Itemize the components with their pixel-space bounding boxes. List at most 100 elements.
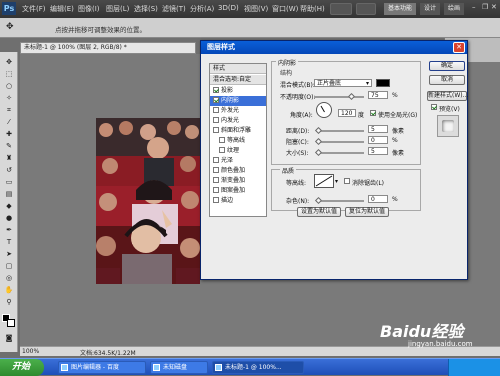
healing-brush-icon[interactable]: ✚	[4, 130, 14, 138]
blend-mode-select[interactable]: 正片叠底 ▾	[314, 79, 372, 87]
size-slider-knob[interactable]	[314, 148, 323, 157]
menu-view[interactable]: 视图(V)	[244, 4, 268, 14]
inner-shadow-checkbox[interactable]	[213, 97, 219, 103]
set-default-button[interactable]: 设置为默认值	[297, 207, 341, 217]
document-photo[interactable]	[96, 118, 200, 284]
preview-checkbox[interactable]	[431, 104, 437, 110]
color-overlay-checkbox[interactable]	[213, 167, 219, 173]
distance-input[interactable]: 5	[368, 125, 388, 133]
style-item-satin[interactable]: 光泽	[210, 156, 266, 166]
marquee-tool-icon[interactable]: ⬚	[4, 70, 14, 78]
document-tab[interactable]: 未标题-1 @ 100% (图层 2, RGB/8) *	[20, 42, 196, 54]
style-item-bevel-emboss[interactable]: 斜面和浮雕	[210, 126, 266, 136]
reset-default-button[interactable]: 复位为默认值	[345, 207, 389, 217]
shadow-color-swatch[interactable]	[376, 79, 390, 87]
choke-input[interactable]: 0	[368, 136, 388, 144]
start-button[interactable]: 开始	[0, 359, 44, 376]
style-item-color-overlay[interactable]: 颜色叠加	[210, 166, 266, 176]
menu-help[interactable]: 帮助(H)	[300, 4, 325, 14]
pattern-overlay-checkbox[interactable]	[213, 187, 219, 193]
menu-file[interactable]: 文件(F)	[22, 4, 46, 14]
new-style-button[interactable]: 新建样式(W)...	[427, 91, 468, 101]
zoom-tool-icon[interactable]: ⚲	[4, 298, 14, 306]
brush-tool-icon[interactable]: ✎	[4, 142, 14, 150]
history-brush-icon[interactable]: ↺	[4, 166, 14, 174]
lasso-tool-icon[interactable]: ○	[4, 82, 14, 90]
style-item-inner-glow[interactable]: 内发光	[210, 116, 266, 126]
eyedropper-icon[interactable]: ⁄	[4, 118, 14, 126]
magic-wand-icon[interactable]: ✧	[4, 94, 14, 102]
outer-glow-checkbox[interactable]	[213, 107, 219, 113]
menu-window[interactable]: 窗口(W)	[272, 4, 298, 14]
workspace-design[interactable]: 设计	[420, 3, 440, 15]
gradient-tool-icon[interactable]: ▤	[4, 190, 14, 198]
angle-dial[interactable]	[316, 102, 332, 118]
opacity-input[interactable]: 75	[368, 91, 388, 99]
crop-tool-icon[interactable]: ⌗	[4, 106, 14, 114]
background-color-swatch[interactable]	[7, 319, 15, 327]
size-slider[interactable]	[314, 148, 364, 157]
menu-3d[interactable]: 3D(D)	[218, 4, 239, 12]
taskbar-item[interactable]: 图片编辑器 - 百度	[58, 361, 146, 374]
stroke-checkbox[interactable]	[213, 197, 219, 203]
noise-input[interactable]: 0	[368, 195, 388, 203]
noise-slider[interactable]	[314, 196, 364, 205]
style-item-drop-shadow[interactable]: 投影	[210, 86, 266, 96]
style-item-inner-shadow[interactable]: 内阴影	[210, 96, 266, 106]
choke-slider-knob[interactable]	[314, 137, 323, 146]
workspace-painting[interactable]: 绘画	[444, 3, 464, 15]
style-item-outer-glow[interactable]: 外发光	[210, 106, 266, 116]
size-input[interactable]: 5	[368, 147, 388, 155]
style-item-contour[interactable]: 等高线	[210, 136, 266, 146]
workspace-essentials[interactable]: 基本功能	[384, 3, 416, 15]
close-icon[interactable]: ✕	[491, 3, 499, 13]
contour-checkbox[interactable]	[219, 137, 225, 143]
gradient-overlay-checkbox[interactable]	[213, 177, 219, 183]
dialog-close-button[interactable]: ✕	[453, 42, 465, 53]
menu-image[interactable]: 图像(I)	[78, 4, 100, 14]
style-item-texture[interactable]: 纹理	[210, 146, 266, 156]
satin-checkbox[interactable]	[213, 157, 219, 163]
path-select-icon[interactable]: ➤	[4, 250, 14, 258]
quick-mask-icon[interactable]: ◙	[4, 334, 14, 342]
chevron-down-icon[interactable]: ▾	[335, 178, 338, 185]
style-item-gradient-overlay[interactable]: 渐变叠加	[210, 176, 266, 186]
menu-layer[interactable]: 图层(L)	[106, 4, 129, 14]
move-tool-icon[interactable]: ✥	[4, 58, 14, 66]
arrange-button[interactable]	[356, 3, 376, 15]
eraser-icon[interactable]: ▭	[4, 178, 14, 186]
taskbar-item-active[interactable]: 未标题-1 @ 100%...	[212, 361, 304, 374]
bridge-button[interactable]	[330, 3, 352, 15]
choke-slider[interactable]	[314, 137, 364, 146]
shape-tool-icon[interactable]: ▢	[4, 262, 14, 270]
global-light-checkbox[interactable]	[370, 110, 376, 116]
menu-edit[interactable]: 编辑(E)	[50, 4, 74, 14]
texture-checkbox[interactable]	[219, 147, 225, 153]
menu-filter[interactable]: 滤镜(T)	[162, 4, 186, 14]
blending-options-item[interactable]: 混合选项:自定	[210, 75, 266, 85]
style-item-stroke[interactable]: 描边	[210, 196, 266, 206]
ok-button[interactable]: 确定	[429, 61, 465, 71]
opacity-slider[interactable]	[314, 92, 364, 101]
distance-slider[interactable]	[314, 126, 364, 135]
clone-stamp-icon[interactable]: ♜	[4, 154, 14, 162]
taskbar-item[interactable]: 未知磁盘	[150, 361, 208, 374]
angle-input[interactable]: 120	[338, 109, 356, 117]
bevel-emboss-checkbox[interactable]	[213, 127, 219, 133]
hand-tool-icon[interactable]: ✋	[4, 286, 14, 294]
style-list-header[interactable]: 样式	[210, 64, 266, 74]
zoom-level[interactable]: 100%	[22, 348, 39, 355]
minimize-icon[interactable]: –	[472, 3, 480, 13]
style-item-pattern-overlay[interactable]: 图案叠加	[210, 186, 266, 196]
restore-icon[interactable]: ❐	[482, 3, 490, 13]
cancel-button[interactable]: 取消	[429, 75, 465, 85]
3d-rotate-icon[interactable]: ◎	[4, 274, 14, 282]
move-tool-icon[interactable]: ✥	[6, 22, 20, 34]
inner-glow-checkbox[interactable]	[213, 117, 219, 123]
type-tool-icon[interactable]: T	[4, 238, 14, 246]
menu-select[interactable]: 选择(S)	[134, 4, 158, 14]
distance-slider-knob[interactable]	[314, 126, 323, 135]
antialias-checkbox[interactable]	[344, 178, 350, 184]
menu-analysis[interactable]: 分析(A)	[190, 4, 214, 14]
pen-tool-icon[interactable]: ✒	[4, 226, 14, 234]
